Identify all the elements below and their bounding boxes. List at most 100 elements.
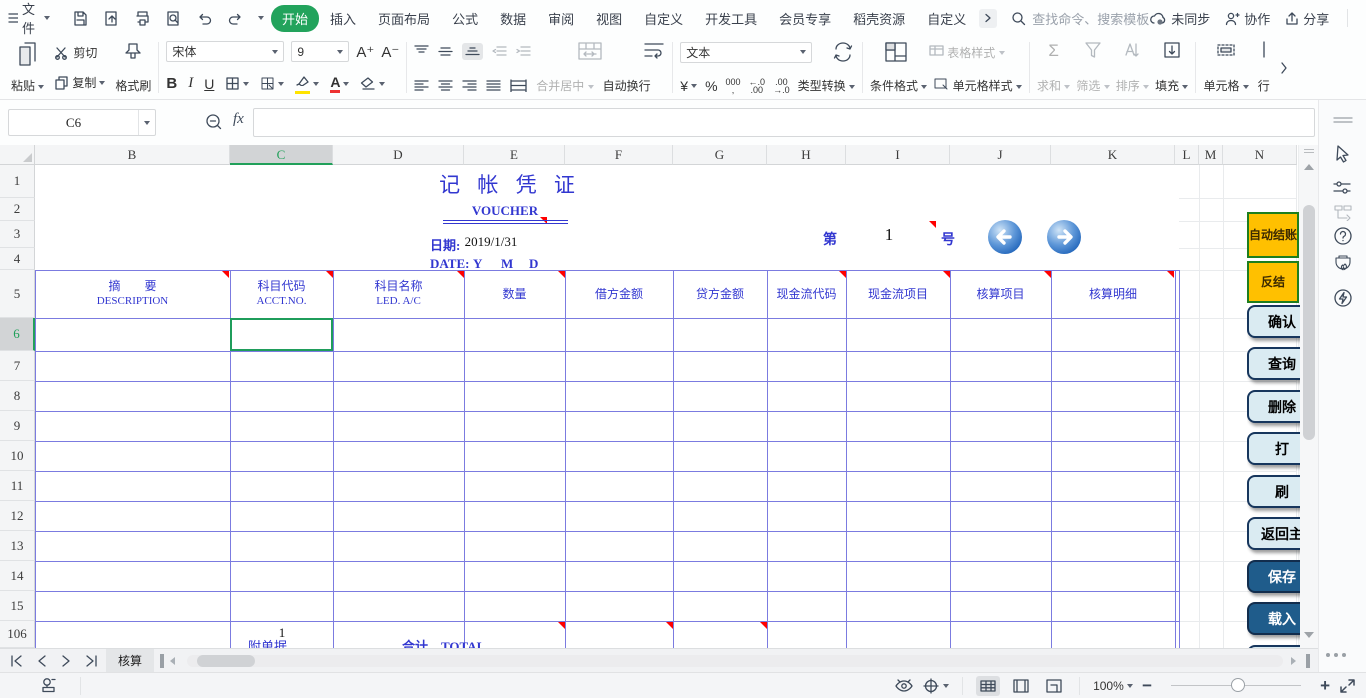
wrap-text-button[interactable]: 自动换行: [603, 77, 651, 94]
increase-indent-icon[interactable]: [516, 45, 531, 58]
process-tool[interactable]: [1331, 200, 1355, 224]
print-button[interactable]: [127, 0, 158, 36]
column-header-B[interactable]: B: [35, 145, 230, 165]
column-header-F[interactable]: F: [565, 145, 673, 165]
row-header-14[interactable]: 14: [0, 561, 35, 591]
align-left-icon[interactable]: [414, 79, 429, 92]
first-sheet-button[interactable]: [10, 655, 23, 667]
column-header-J[interactable]: J: [950, 145, 1051, 165]
avg-count-button[interactable]: [923, 678, 949, 694]
scroll-down-arrow[interactable]: [1304, 632, 1314, 638]
fill-color-button[interactable]: [295, 73, 319, 94]
ribbon-tab-5[interactable]: 审阅: [537, 5, 585, 32]
ribbon-tab-11[interactable]: 自定义: [916, 5, 977, 32]
cells-button[interactable]: 单元格: [1203, 41, 1248, 94]
query-button[interactable]: 查询: [1247, 347, 1300, 380]
row-header-5[interactable]: 5: [0, 270, 35, 318]
save-button[interactable]: [65, 0, 96, 36]
fill-button[interactable]: 填充: [1155, 41, 1188, 94]
toolbar-options-button[interactable]: [251, 0, 271, 36]
active-cell-C6[interactable]: [230, 318, 333, 351]
zoom-slider[interactable]: [1171, 685, 1301, 686]
ribbon-tab-0[interactable]: 开始: [271, 5, 319, 32]
sync-status-button[interactable]: 未同步: [1149, 9, 1210, 28]
tab-splitter[interactable]: [160, 654, 164, 668]
row-header-106[interactable]: 106: [0, 621, 35, 648]
ribbon-tab-1[interactable]: 插入: [319, 5, 367, 32]
column-header-N[interactable]: N: [1223, 145, 1297, 165]
next-sheet-button[interactable]: [61, 655, 71, 667]
save-button-macro[interactable]: 保存: [1247, 560, 1300, 593]
voucher-no-value[interactable]: 1: [875, 225, 903, 245]
type-convert-button[interactable]: 类型转换: [798, 77, 855, 94]
auto-close-button[interactable]: 自动结账: [1247, 212, 1299, 258]
ribbon-tab-2[interactable]: 页面布局: [367, 5, 441, 32]
decrease-decimal-button[interactable]: .00→.0: [773, 78, 790, 94]
file-menu[interactable]: 文件: [0, 0, 57, 36]
normal-view-button[interactable]: [976, 676, 1000, 696]
ribbon-expand-button[interactable]: [1279, 41, 1289, 94]
row-header-9[interactable]: 9: [0, 411, 35, 441]
paste-button[interactable]: 粘贴: [11, 41, 44, 94]
ribbon-tab-7[interactable]: 自定义: [633, 5, 694, 32]
print-button[interactable]: 打: [1247, 432, 1300, 465]
spreadsheet-grid[interactable]: BCDEFGHIJKLMN123456789101112131415106摘 要…: [0, 145, 1298, 648]
select-tool[interactable]: [1331, 142, 1355, 166]
row-header-1[interactable]: 1: [0, 165, 35, 198]
cut-button[interactable]: 剪切: [54, 44, 105, 61]
share-button[interactable]: 分享: [1284, 9, 1329, 28]
currency-format-button[interactable]: ¥: [680, 78, 697, 94]
align-top-icon[interactable]: [414, 45, 429, 58]
fullscreen-icon[interactable]: [1339, 678, 1356, 694]
ribbon-tab-6[interactable]: 视图: [585, 5, 633, 32]
ribbon-tab-3[interactable]: 公式: [441, 5, 489, 32]
row-header-10[interactable]: 10: [0, 441, 35, 471]
shading-button[interactable]: [260, 76, 284, 91]
macro-record-button[interactable]: [40, 677, 58, 694]
more-tabs-button[interactable]: [979, 9, 997, 28]
date-value[interactable]: 2019/1/31: [455, 234, 527, 250]
column-header-C[interactable]: C: [230, 145, 333, 165]
conditional-format-button[interactable]: 条件格式: [870, 77, 927, 94]
cell-style-button[interactable]: 单元格样式: [934, 77, 1022, 94]
borders-button[interactable]: [225, 76, 249, 91]
increase-decimal-button[interactable]: ←.0.00: [749, 78, 766, 94]
page-layout-view-button[interactable]: [1009, 676, 1033, 696]
settings-tool[interactable]: [1331, 176, 1355, 200]
font-size-select[interactable]: 9: [291, 41, 349, 62]
confirm-button[interactable]: 确认: [1247, 305, 1300, 338]
row-header-13[interactable]: 13: [0, 531, 35, 561]
column-header-M[interactable]: M: [1199, 145, 1223, 165]
underline-button[interactable]: U: [204, 76, 214, 92]
row-header-11[interactable]: 11: [0, 471, 35, 501]
refresh-button[interactable]: 刷: [1247, 475, 1300, 508]
collapse-toolbar-button[interactable]: [1331, 108, 1355, 132]
attachment-count[interactable]: 1: [268, 625, 296, 641]
merge-cells-icon[interactable]: [577, 41, 603, 61]
load-button[interactable]: 载入: [1247, 602, 1300, 635]
table-style-button[interactable]: 表格样式: [929, 44, 1005, 61]
delete-button[interactable]: 删除: [1247, 390, 1300, 423]
horizontal-scroll-thumb[interactable]: [197, 655, 255, 667]
strip-more-button[interactable]: [1326, 653, 1346, 657]
prev-sheet-button[interactable]: [37, 655, 47, 667]
zoom-out-button[interactable]: −: [1142, 676, 1152, 696]
row-header-4[interactable]: 4: [0, 248, 35, 270]
hscroll-right-arrow[interactable]: [1291, 657, 1296, 665]
scroll-up-arrow[interactable]: [1304, 164, 1314, 170]
column-header-L[interactable]: L: [1175, 145, 1199, 165]
decrease-indent-icon[interactable]: [492, 45, 507, 58]
hsplit-handle[interactable]: [1306, 654, 1310, 668]
zoom-level-button[interactable]: 100%: [1093, 679, 1133, 693]
format-painter-button[interactable]: 格式刷: [115, 41, 151, 94]
align-center-icon[interactable]: [438, 79, 453, 92]
increase-font-button[interactable]: A⁺: [356, 43, 374, 61]
zoom-in-button[interactable]: +: [1320, 676, 1330, 696]
sheet-tab-active[interactable]: 核算: [106, 649, 154, 673]
align-bottom-button[interactable]: [462, 43, 483, 60]
ribbon-tab-9[interactable]: 会员专享: [768, 5, 842, 32]
quick-tools-button[interactable]: [1331, 286, 1355, 310]
formula-input[interactable]: [253, 108, 1315, 137]
column-header-D[interactable]: D: [333, 145, 464, 165]
prev-voucher-button[interactable]: [986, 218, 1024, 256]
